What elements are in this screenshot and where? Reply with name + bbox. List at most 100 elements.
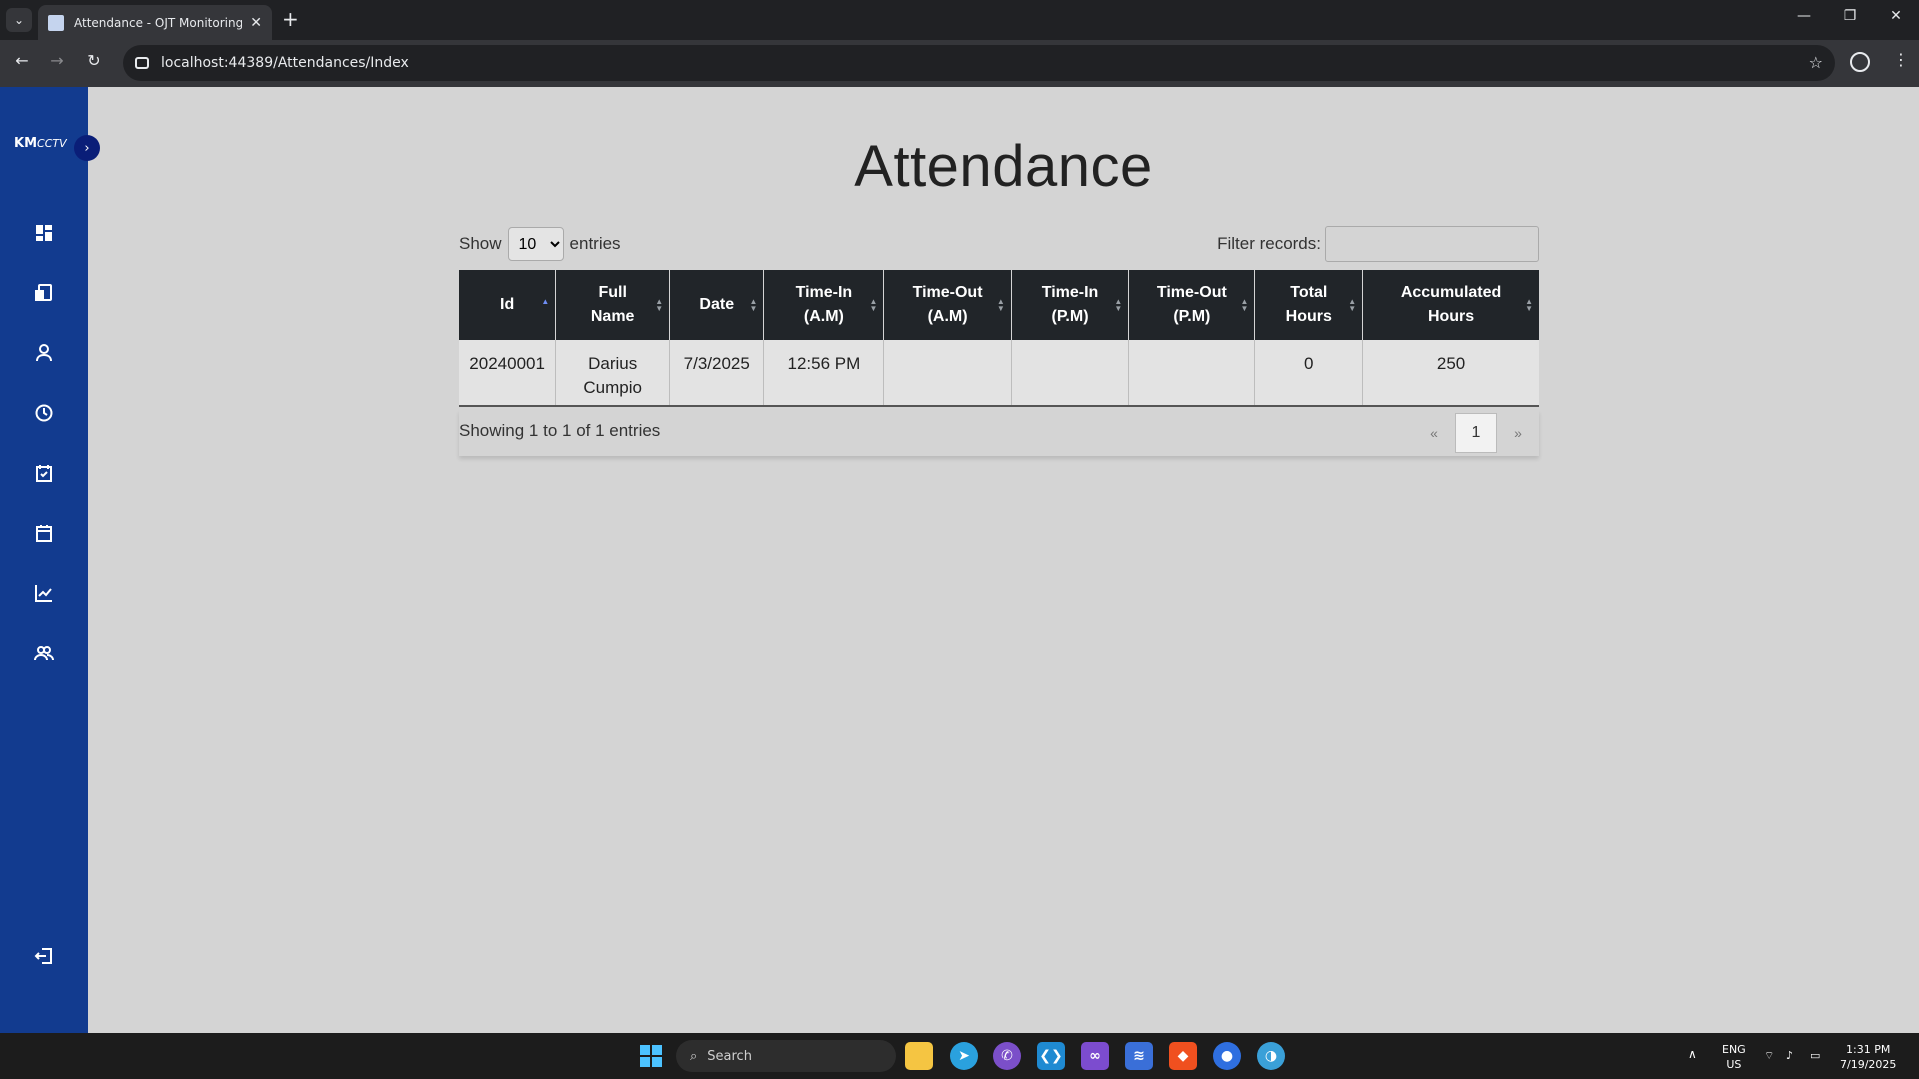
site-info-icon[interactable] xyxy=(135,57,149,69)
back-icon[interactable]: ← xyxy=(10,51,34,70)
column-header-label: Name xyxy=(590,308,635,325)
tray-overflow-icon[interactable]: ∧ xyxy=(1688,1047,1697,1062)
language-indicator[interactable]: ENG US xyxy=(1722,1042,1746,1072)
file-explorer-icon[interactable] xyxy=(905,1042,933,1070)
pagination-next[interactable]: » xyxy=(1497,413,1539,453)
profile-icon[interactable] xyxy=(1850,52,1870,72)
cell-full-name-last: Cumpio xyxy=(583,378,642,397)
taskbar: ⌕ Search ➤ ✆ ❮❯ ∞ ≋ ◆ ● ◑ ∧ ENG US ⌔ ♪ ▭… xyxy=(0,1033,1919,1079)
viber-icon[interactable]: ✆ xyxy=(993,1042,1021,1070)
sidebar-expand-button[interactable]: › xyxy=(74,135,100,161)
reload-icon[interactable]: ↻ xyxy=(82,51,106,70)
column-header-label: Total xyxy=(1290,284,1328,301)
column-header-label: (A.M) xyxy=(803,308,844,325)
logo-sub: CCTV xyxy=(37,137,67,150)
cell-accumulated-hours: 250 xyxy=(1362,340,1539,407)
page-title: Attendance xyxy=(854,134,1153,199)
pagination-page-1[interactable]: 1 xyxy=(1455,413,1497,453)
page-favicon-icon xyxy=(48,14,64,31)
dashboard-icon[interactable] xyxy=(30,219,58,247)
sort-icon: ▲ ▼ xyxy=(1114,297,1123,313)
windows-start-icon[interactable] xyxy=(637,1042,665,1070)
user-icon[interactable] xyxy=(30,339,58,367)
wifi-icon[interactable]: ⌔ xyxy=(1764,1048,1774,1063)
chart-line-icon[interactable] xyxy=(30,579,58,607)
clock[interactable]: 1:31 PM 7/19/2025 xyxy=(1840,1042,1896,1072)
restore-icon[interactable]: ❐ xyxy=(1836,8,1864,24)
tab-list-button[interactable]: ⌄ xyxy=(6,8,32,32)
chrome-icon[interactable]: ● xyxy=(1213,1042,1241,1070)
forward-icon[interactable]: → xyxy=(45,51,69,70)
url-text: localhost:44389/Attendances/Index xyxy=(161,55,409,71)
browser-toolbar: ← → ↻ localhost:44389/Attendances/Index … xyxy=(0,40,1919,87)
clock-icon[interactable] xyxy=(30,399,58,427)
minimize-icon[interactable]: — xyxy=(1790,8,1818,24)
bookmark-star-icon[interactable]: ☆ xyxy=(1809,53,1823,72)
brave-icon[interactable]: ◆ xyxy=(1169,1042,1197,1070)
table-footer: Showing 1 to 1 of 1 entries « 1 » xyxy=(459,410,1539,456)
region-label: US xyxy=(1726,1058,1742,1071)
logo: KMCCTV xyxy=(14,136,67,151)
column-header-label: Hours xyxy=(1285,308,1332,325)
column-header-total-hours[interactable]: Total Hours ▲ ▼ xyxy=(1254,270,1364,340)
sort-icon: ▲ ▼ xyxy=(655,297,664,313)
entries-length-select[interactable]: 10 xyxy=(507,227,564,261)
pagination-previous[interactable]: « xyxy=(1413,413,1455,453)
table-row[interactable]: 20240001 Darius Cumpio 7/3/2025 12:56 PM … xyxy=(459,340,1539,407)
telegram-icon[interactable]: ➤ xyxy=(950,1042,978,1070)
cell-id: 20240001 xyxy=(459,340,557,407)
column-header-label: Accumulated xyxy=(1400,284,1502,301)
column-header-time-in-am[interactable]: Time-In (A.M) ▲ ▼ xyxy=(763,270,885,340)
edge-icon[interactable]: ◑ xyxy=(1257,1042,1285,1070)
sort-icon: ▲ ▼ xyxy=(1525,297,1533,313)
volume-icon[interactable]: ♪ xyxy=(1786,1048,1793,1063)
column-header-time-out-pm[interactable]: Time-Out (P.M) ▲ ▼ xyxy=(1128,270,1256,340)
logout-icon[interactable] xyxy=(30,942,58,970)
show-label: Show xyxy=(459,234,502,253)
filter-input[interactable] xyxy=(1325,226,1539,262)
address-bar[interactable]: localhost:44389/Attendances/Index ☆ xyxy=(123,45,1835,81)
window-close-icon[interactable]: ✕ xyxy=(1882,8,1910,24)
column-header-accumulated-hours[interactable]: Accumulated Hours ▲ ▼ xyxy=(1362,270,1539,340)
sort-asc-icon: ▲ xyxy=(541,297,550,306)
browser-tab[interactable]: Attendance - OJT Monitoring S ✕ xyxy=(38,5,272,40)
sidebar: KMCCTV › xyxy=(0,87,100,1033)
report-icon[interactable] xyxy=(30,279,58,307)
sort-icon: ▲ ▼ xyxy=(869,297,878,313)
vscode-icon[interactable]: ❮❯ xyxy=(1037,1042,1065,1070)
clipboard-icon[interactable] xyxy=(30,519,58,547)
filter-label: Filter records: xyxy=(1217,234,1321,253)
clock-time: 1:31 PM xyxy=(1846,1043,1891,1056)
calendar-check-icon[interactable] xyxy=(30,459,58,487)
cell-date: 7/3/2025 xyxy=(669,340,765,407)
sort-icon: ▲ ▼ xyxy=(1240,297,1249,313)
column-header-label: (A.M) xyxy=(927,308,968,325)
browser-tab-bar: ⌄ Attendance - OJT Monitoring S ✕ + — ❐ … xyxy=(0,0,1919,40)
column-header-label: Hours xyxy=(1427,308,1475,325)
logo-main: KM xyxy=(14,136,38,151)
column-header-time-in-pm[interactable]: Time-In (P.M) ▲ ▼ xyxy=(1011,270,1130,340)
column-header-id[interactable]: Id ▲ xyxy=(459,270,557,340)
menu-kebab-icon[interactable]: ⋮ xyxy=(1893,50,1909,69)
tab-close-icon[interactable]: ✕ xyxy=(250,15,262,31)
battery-icon[interactable]: ▭ xyxy=(1810,1048,1820,1063)
users-icon[interactable] xyxy=(30,639,58,667)
table-controls: Show 10 entries Filter records: xyxy=(459,226,1539,262)
sql-server-icon[interactable]: ≋ xyxy=(1125,1042,1153,1070)
taskbar-search[interactable]: ⌕ Search xyxy=(676,1040,896,1072)
visual-studio-icon[interactable]: ∞ xyxy=(1081,1042,1109,1070)
column-header-label: Time-Out xyxy=(1156,284,1227,301)
entries-length: Show 10 entries xyxy=(459,226,621,262)
entries-label: entries xyxy=(569,234,621,253)
column-header-full-name[interactable]: Full Name ▲ ▼ xyxy=(555,270,671,340)
column-header-label: (P.M) xyxy=(1173,308,1211,325)
cell-total-hours: 0 xyxy=(1254,340,1364,407)
column-header-label: Time-In xyxy=(795,284,853,301)
table-header-row: Id ▲ Full Name ▲ ▼ Date ▲ ▼ Time-In (A.M) ▲ ▼ Tim… xyxy=(459,270,1539,340)
column-header-time-out-am[interactable]: Time-Out (A.M) ▲ ▼ xyxy=(883,270,1012,340)
new-tab-button[interactable]: + xyxy=(282,8,299,30)
language-label: ENG xyxy=(1722,1043,1746,1056)
column-header-date[interactable]: Date ▲ ▼ xyxy=(669,270,765,340)
table-info: Showing 1 to 1 of 1 entries xyxy=(459,421,661,440)
column-header-label: (P.M) xyxy=(1051,308,1089,325)
